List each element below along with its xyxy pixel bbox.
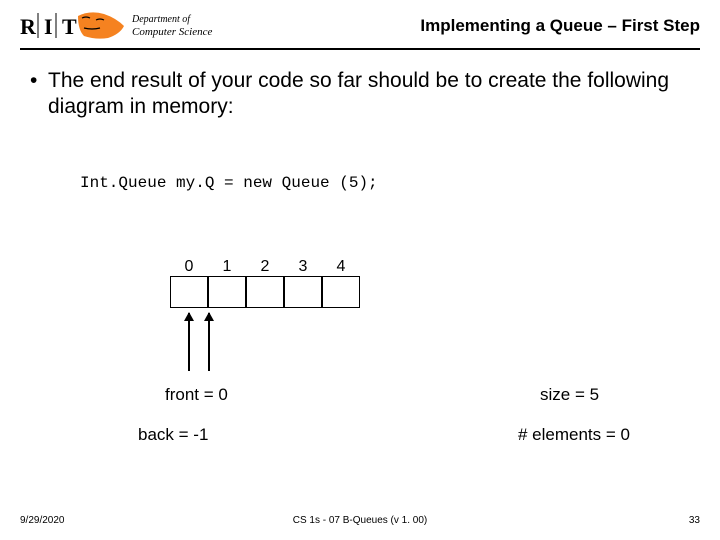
index-cell: 3 [284, 258, 322, 276]
elements-label: # elements = 0 [518, 425, 630, 445]
back-arrow-icon [208, 313, 210, 371]
svg-text:Computer Science: Computer Science [132, 26, 212, 38]
array-indices: 0 1 2 3 4 [170, 258, 360, 276]
back-label: back = -1 [138, 425, 208, 445]
array-cell [284, 276, 322, 308]
front-label: front = 0 [165, 385, 228, 405]
index-cell: 4 [322, 258, 360, 276]
slide-header: R I T Department of Computer Science Imp… [20, 8, 700, 50]
index-cell: 1 [208, 258, 246, 276]
bullet-text: The end result of your code so far shoul… [48, 68, 680, 121]
array-cell [170, 276, 208, 308]
array-diagram: 0 1 2 3 4 [170, 258, 360, 308]
index-cell: 2 [246, 258, 284, 276]
slide: R I T Department of Computer Science Imp… [0, 0, 720, 540]
slide-title: Implementing a Queue – First Step [420, 16, 700, 36]
svg-text:I: I [44, 14, 53, 39]
array-cells [170, 276, 360, 308]
array-cell [246, 276, 284, 308]
svg-text:Department of: Department of [131, 14, 191, 25]
size-label: size = 5 [540, 385, 599, 405]
footer-page-number: 33 [689, 515, 700, 526]
front-arrow-icon [188, 313, 190, 371]
svg-text:R: R [20, 14, 37, 39]
rit-logo: R I T Department of Computer Science [20, 8, 215, 44]
footer-center: CS 1s - 07 B-Queues (v 1. 00) [0, 515, 720, 526]
array-cell [322, 276, 360, 308]
code-line: Int.Queue my.Q = new Queue (5); [80, 174, 378, 192]
array-cell [208, 276, 246, 308]
index-cell: 0 [170, 258, 208, 276]
svg-text:T: T [62, 14, 77, 39]
